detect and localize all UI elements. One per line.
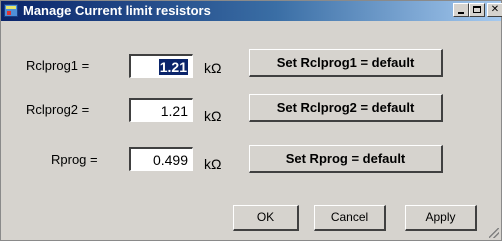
set-rprog-default-button[interactable]: Set Rprog = default <box>249 145 443 173</box>
ok-button[interactable]: OK <box>233 205 299 231</box>
dialog-window: Manage Current limit resistors ✕ Rclprog… <box>0 0 502 241</box>
rclprog2-input[interactable]: 1.21 <box>129 98 193 122</box>
resize-grip-icon[interactable] <box>489 228 499 238</box>
window-title: Manage Current limit resistors <box>23 3 211 18</box>
minimize-icon <box>458 12 464 14</box>
rclprog1-label: Rclprog1 = <box>26 58 90 73</box>
minimize-button[interactable] <box>453 3 469 17</box>
rprog-value: 0.499 <box>152 152 188 168</box>
rclprog1-value: 1.21 <box>158 59 188 75</box>
apply-button[interactable]: Apply <box>405 205 477 231</box>
rprog-label: Rprog = <box>51 152 98 167</box>
close-icon: ✕ <box>490 4 500 15</box>
close-button[interactable]: ✕ <box>487 3 502 17</box>
maximize-icon <box>473 6 481 13</box>
cancel-button[interactable]: Cancel <box>314 205 386 231</box>
rclprog2-value: 1.21 <box>160 103 188 119</box>
set-rclprog2-default-button[interactable]: Set Rclprog2 = default <box>249 94 443 122</box>
app-icon <box>4 4 18 17</box>
rclprog1-input[interactable]: 1.21 <box>129 54 193 78</box>
set-rclprog1-default-button[interactable]: Set Rclprog1 = default <box>249 49 443 77</box>
maximize-button[interactable] <box>469 3 485 17</box>
rclprog2-unit: kΩ <box>204 108 222 124</box>
rclprog2-label: Rclprog2 = <box>26 102 90 117</box>
rprog-input[interactable]: 0.499 <box>129 147 193 171</box>
rprog-unit: kΩ <box>204 156 222 172</box>
title-bar[interactable]: Manage Current limit resistors ✕ <box>1 1 502 21</box>
rclprog1-unit: kΩ <box>204 60 222 76</box>
